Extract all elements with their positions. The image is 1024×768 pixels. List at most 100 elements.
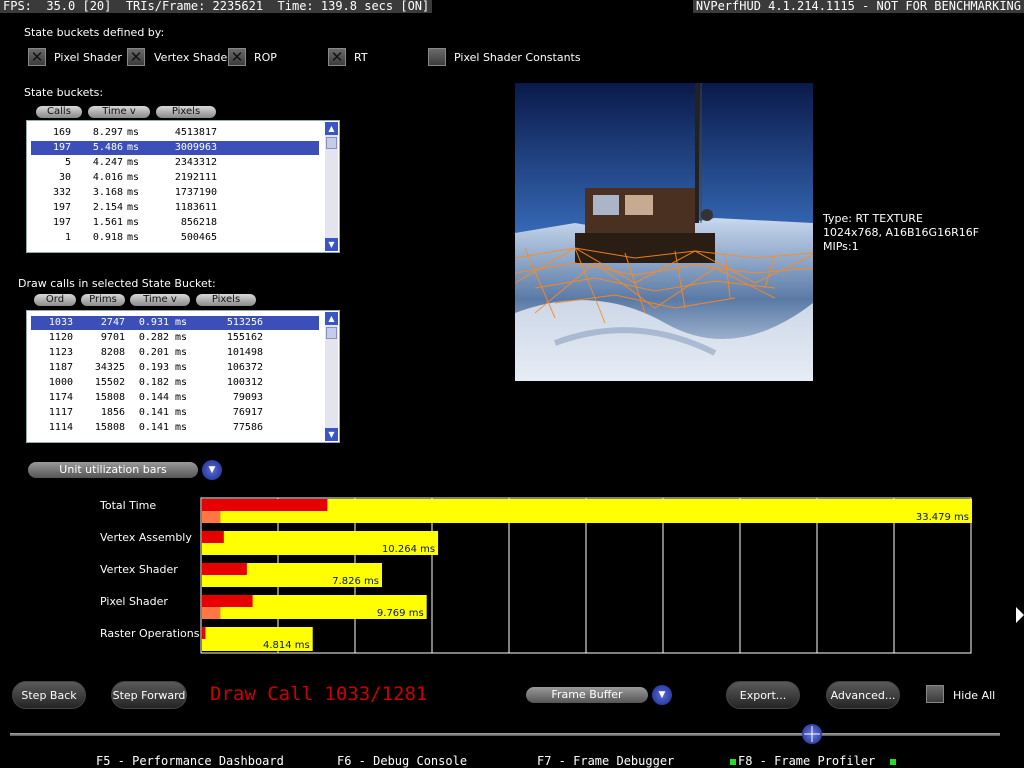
bar-primary bbox=[202, 627, 206, 639]
buffer-dropdown[interactable]: Frame Buffer bbox=[526, 687, 648, 703]
list-cell: ms bbox=[127, 157, 140, 168]
scroll-thumb[interactable] bbox=[326, 137, 337, 149]
col-ord[interactable]: Ord bbox=[34, 294, 76, 306]
list-item[interactable]: 1174 15808 0.144 ms 79093 bbox=[31, 391, 319, 405]
list-item[interactable]: 1123 8208 0.201 ms 101498 bbox=[31, 346, 319, 360]
list-item[interactable]: 1000 15502 0.182 ms 100312 bbox=[31, 376, 319, 390]
list-item[interactable]: 1 0.918 ms 500465 bbox=[31, 231, 319, 245]
texture-format: 1024x768, A16B16G16R16F bbox=[823, 226, 980, 239]
list-item[interactable]: 30 4.016 ms 2192111 bbox=[31, 171, 319, 185]
list-item[interactable]: 169 8.297 ms 4513817 bbox=[31, 126, 319, 140]
list-item[interactable]: 1187 34325 0.193 ms 106372 bbox=[31, 361, 319, 375]
scroll-down-icon[interactable]: ▼ bbox=[325, 428, 338, 441]
option-checkbox[interactable]: ✕ bbox=[28, 48, 46, 66]
list-cell: 8.297 bbox=[92, 127, 123, 138]
option-label: Pixel Shader bbox=[54, 51, 122, 64]
list-item[interactable]: 197 1.561 ms 856218 bbox=[31, 216, 319, 230]
advanced-button[interactable]: Advanced... bbox=[826, 681, 900, 709]
list-cell: 1033 bbox=[48, 317, 73, 328]
draw-call-slider-track[interactable] bbox=[10, 733, 1000, 736]
list-cell: ms bbox=[175, 317, 188, 328]
scroll-up-icon[interactable]: ▲ bbox=[325, 122, 338, 135]
list-cell: ms bbox=[175, 332, 188, 343]
chart-canvas: Total Time 33.479 ms Vertex Assembly 10.264… bbox=[99, 497, 972, 654]
chevron-down-icon[interactable]: ▼ bbox=[202, 460, 222, 480]
draw-calls-scrollbar[interactable]: ▲ ▼ bbox=[325, 312, 338, 441]
col-dc-time[interactable]: Time v bbox=[130, 294, 190, 306]
step-back-button[interactable]: Step Back bbox=[12, 681, 86, 709]
list-cell: 101498 bbox=[226, 347, 263, 358]
list-cell: 8208 bbox=[100, 347, 125, 358]
list-cell: 15808 bbox=[94, 422, 125, 433]
hide-all-label: Hide All bbox=[953, 689, 996, 702]
col-prims[interactable]: Prims bbox=[81, 294, 125, 306]
list-cell: 100312 bbox=[226, 377, 263, 388]
hide-all-checkbox[interactable] bbox=[926, 685, 944, 703]
list-cell: ms bbox=[175, 407, 188, 418]
list-cell: 2747 bbox=[100, 317, 125, 328]
option-checkbox[interactable]: ✕ bbox=[328, 48, 346, 66]
bar-value-label: 10.264 ms bbox=[382, 544, 435, 555]
list-cell: 0.282 bbox=[138, 332, 169, 343]
col-time[interactable]: Time v bbox=[88, 106, 150, 118]
scroll-down-icon[interactable]: ▼ bbox=[325, 238, 338, 251]
scroll-thumb[interactable] bbox=[326, 327, 337, 339]
list-item[interactable]: 1114 15808 0.141 ms 77586 bbox=[31, 421, 319, 435]
list-cell: 77586 bbox=[232, 422, 263, 433]
list-item[interactable]: 1120 9701 0.282 ms 155162 bbox=[31, 331, 319, 345]
list-cell: 2343312 bbox=[174, 157, 217, 168]
list-cell: 1856 bbox=[100, 407, 125, 418]
list-cell: 1.561 bbox=[92, 217, 123, 228]
list-item[interactable]: 197 2.154 ms 1183611 bbox=[31, 201, 319, 215]
chevron-down-icon[interactable]: ▼ bbox=[652, 685, 672, 705]
list-cell: 5.486 bbox=[92, 142, 123, 153]
option-checkbox[interactable]: ✕ bbox=[127, 48, 145, 66]
checkmark-icon: ✕ bbox=[30, 48, 44, 66]
state-buckets-scrollbar[interactable]: ▲ ▼ bbox=[325, 122, 338, 251]
state-buckets-list[interactable]: 169 8.297 ms 4513817 197 5.486 ms 3009963 5 4.247… bbox=[26, 120, 340, 253]
list-cell: ms bbox=[127, 187, 140, 198]
fkey-frame-profiler[interactable]: F8 - Frame Profiler bbox=[738, 754, 875, 768]
list-item[interactable]: 1117 1856 0.141 ms 76917 bbox=[31, 406, 319, 420]
list-cell: ms bbox=[175, 362, 188, 373]
unit-utilization-chart: Total Time 33.479 ms Vertex Assembly 10.264… bbox=[0, 490, 1024, 655]
list-item[interactable]: 1033 2747 0.931 ms 513256 bbox=[31, 316, 319, 330]
draw-call-slider-knob[interactable] bbox=[801, 724, 822, 744]
list-item[interactable]: 5 4.247 ms 2343312 bbox=[31, 156, 319, 170]
texture-mips: MIPs:1 bbox=[823, 240, 859, 253]
col-calls[interactable]: Calls bbox=[36, 106, 82, 118]
unit-view-dropdown[interactable]: Unit utilization bars bbox=[28, 462, 198, 478]
option-label: Vertex Shader bbox=[154, 51, 232, 64]
draw-call-counter: Draw Call 1033/1281 bbox=[210, 683, 428, 705]
list-cell: 5 bbox=[64, 157, 71, 168]
fkey-performance-dashboard[interactable]: F5 - Performance Dashboard bbox=[96, 754, 284, 768]
list-item[interactable]: 197 5.486 ms 3009963 bbox=[31, 141, 319, 155]
category-label: Total Time bbox=[99, 499, 156, 512]
col-pixels[interactable]: Pixels bbox=[156, 106, 216, 118]
list-cell: 30 bbox=[58, 172, 71, 183]
fkey-debug-console[interactable]: F6 - Debug Console bbox=[337, 754, 467, 768]
draw-calls-list[interactable]: 1033 2747 0.931 ms 513256 1120 9701 0.282 ms 1551… bbox=[26, 310, 340, 443]
list-cell: 0.931 bbox=[138, 317, 169, 328]
step-forward-button[interactable]: Step Forward bbox=[111, 681, 187, 709]
active-mode-indicator bbox=[730, 759, 736, 765]
fkey-frame-debugger[interactable]: F7 - Frame Debugger bbox=[537, 754, 674, 768]
list-item[interactable]: 332 3.168 ms 1737190 bbox=[31, 186, 319, 200]
list-cell: 0.141 bbox=[138, 407, 169, 418]
col-dc-pixels[interactable]: Pixels bbox=[196, 294, 256, 306]
state-defined-title: State buckets defined by: bbox=[24, 26, 165, 39]
texture-type: Type: RT TEXTURE bbox=[823, 212, 923, 225]
list-cell: 197 bbox=[52, 202, 71, 213]
bar-secondary bbox=[202, 607, 221, 619]
list-cell: 2.154 bbox=[92, 202, 123, 213]
list-cell: 1183611 bbox=[174, 202, 217, 213]
list-cell: 197 bbox=[52, 142, 71, 153]
chart-scroll-arrow-icon[interactable] bbox=[1016, 607, 1024, 623]
list-cell: 0.193 bbox=[138, 362, 169, 373]
scroll-up-icon[interactable]: ▲ bbox=[325, 312, 338, 325]
option-checkbox[interactable] bbox=[428, 48, 446, 66]
option-checkbox[interactable]: ✕ bbox=[228, 48, 246, 66]
list-cell: 1000 bbox=[48, 377, 73, 388]
list-cell: 106372 bbox=[226, 362, 263, 373]
export-button[interactable]: Export... bbox=[726, 681, 800, 709]
